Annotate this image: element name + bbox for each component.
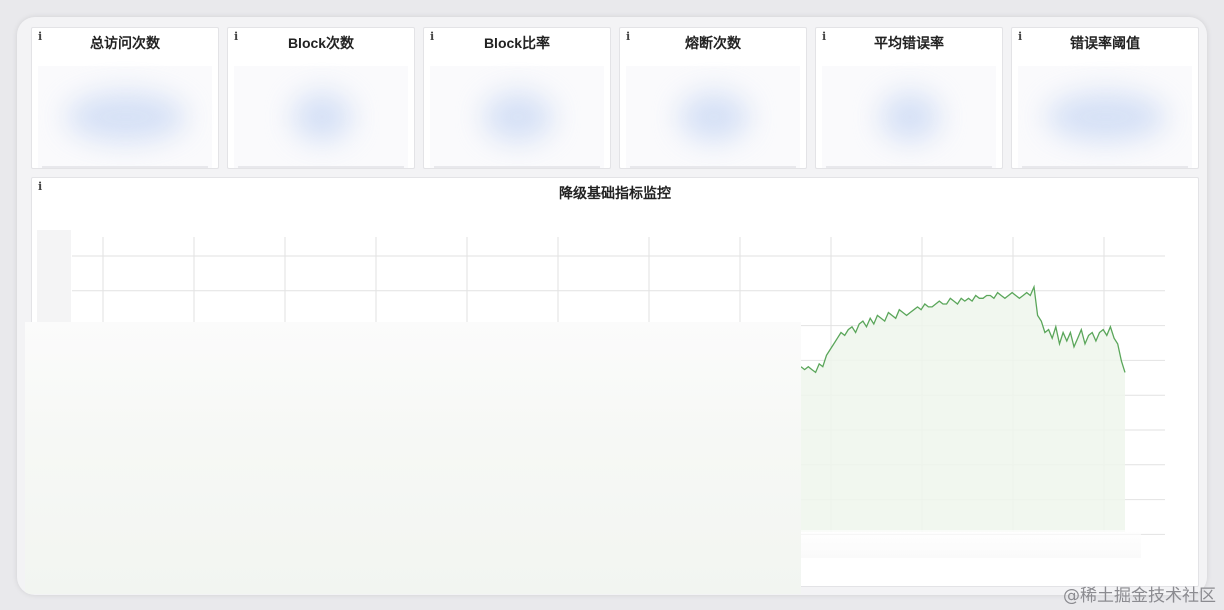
dashboard-frame: i 总访问次数 i Block次数 i Block比率 i 熔断次数 i 平均错误率 i 错误率阈值 … — [17, 17, 1207, 595]
blurred-axis-region — [37, 230, 71, 325]
blurred-axis-labels — [801, 530, 1141, 558]
series-area-fill — [801, 286, 1125, 532]
watermark-text: @稀土掘金技术社区 — [1063, 586, 1216, 606]
blurred-chart-region — [25, 322, 801, 594]
